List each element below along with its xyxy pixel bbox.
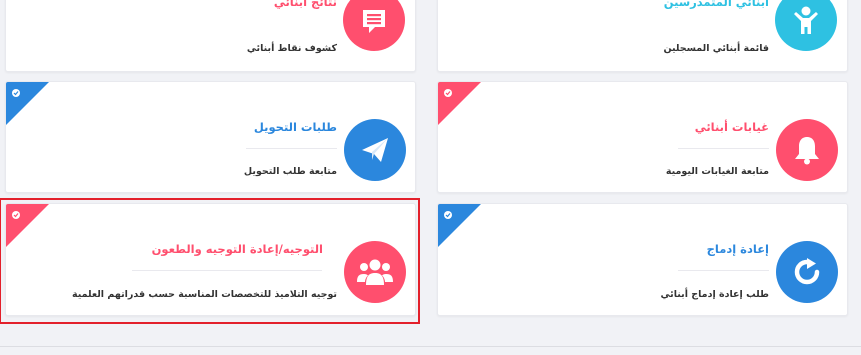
card-description: متابعة طلب التحويل (243, 166, 337, 177)
check-icon (12, 89, 20, 97)
card-title: نتائج أبنائي (273, 0, 337, 9)
card-enrolled-children[interactable]: أبنائي المتمدرسين قائمة أبنائي المسجلين (437, 0, 848, 72)
divider (678, 148, 769, 149)
card-title: التوجيه/إعادة التوجيه والطعون (151, 242, 323, 256)
corner-ribbon (6, 82, 49, 125)
card-description: توجيه التلاميذ للتخصصات المناسبة حسب قدر… (71, 289, 337, 300)
card-reintegration[interactable]: إعادة إدماج طلب إعادة إدماج أبنائي (437, 203, 848, 316)
corner-ribbon (6, 204, 49, 247)
refresh-icon (776, 241, 838, 303)
users-group-icon (344, 241, 406, 303)
card-transfer-requests[interactable]: طلبات التحويل متابعة طلب التحويل (5, 81, 416, 193)
card-orientation[interactable]: التوجيه/إعادة التوجيه والطعون توجيه التل… (5, 203, 416, 316)
report-card-icon (343, 0, 405, 51)
corner-ribbon (438, 82, 481, 125)
divider (246, 148, 337, 149)
check-icon (444, 211, 452, 219)
card-description: كشوف نقاط أبنائي (246, 43, 337, 54)
card-description: طلب إعادة إدماج أبنائي (660, 289, 769, 300)
paper-plane-icon (344, 119, 406, 181)
card-results[interactable]: نتائج أبنائي كشوف نقاط أبنائي (5, 0, 416, 72)
check-icon (12, 211, 20, 219)
bell-icon (776, 119, 838, 181)
child-icon (775, 0, 837, 51)
footer-divider (0, 346, 861, 347)
card-description: متابعة الغيابات اليومية (665, 166, 769, 177)
card-absences[interactable]: غيابات أبنائي متابعة الغيابات اليومية (437, 81, 848, 193)
card-title: أبنائي المتمدرسين (663, 0, 769, 9)
check-icon (444, 89, 452, 97)
card-title: غيابات أبنائي (694, 120, 769, 134)
card-description: قائمة أبنائي المسجلين (663, 43, 769, 54)
divider (132, 270, 322, 271)
corner-ribbon (438, 204, 481, 247)
card-title: إعادة إدماج (706, 242, 769, 256)
divider (678, 270, 769, 271)
card-title: طلبات التحويل (253, 120, 337, 134)
